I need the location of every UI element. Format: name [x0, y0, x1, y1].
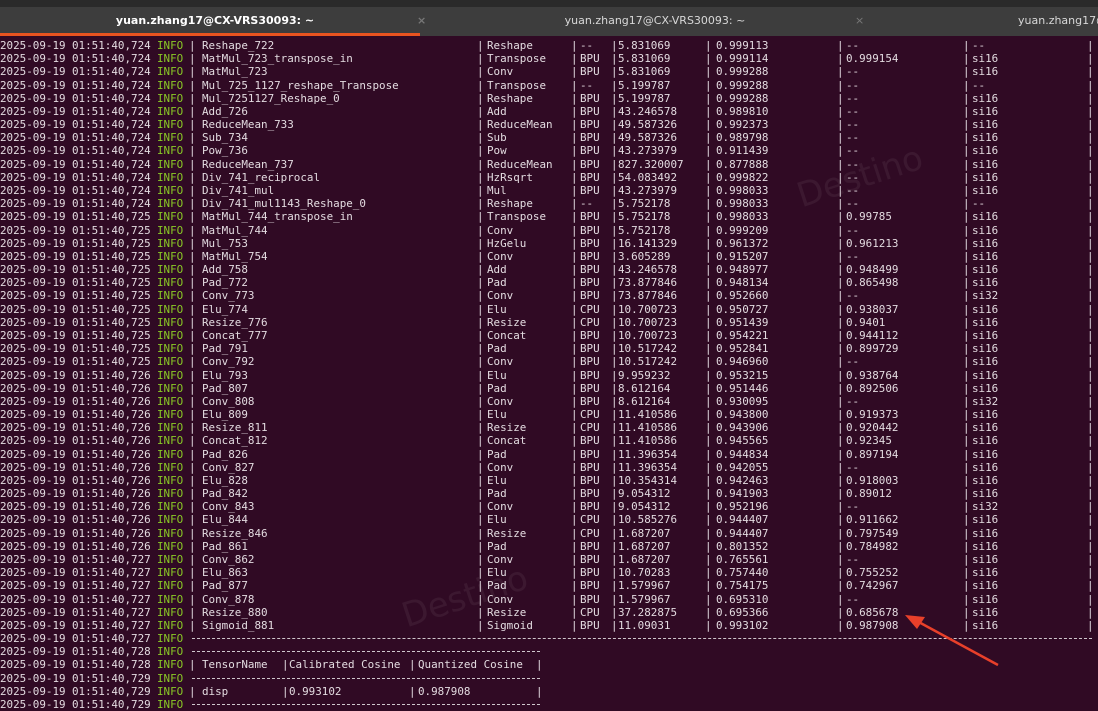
- arrow-shaft: [914, 618, 999, 667]
- arrow-head: [905, 615, 925, 629]
- annotation-arrow: [905, 615, 999, 667]
